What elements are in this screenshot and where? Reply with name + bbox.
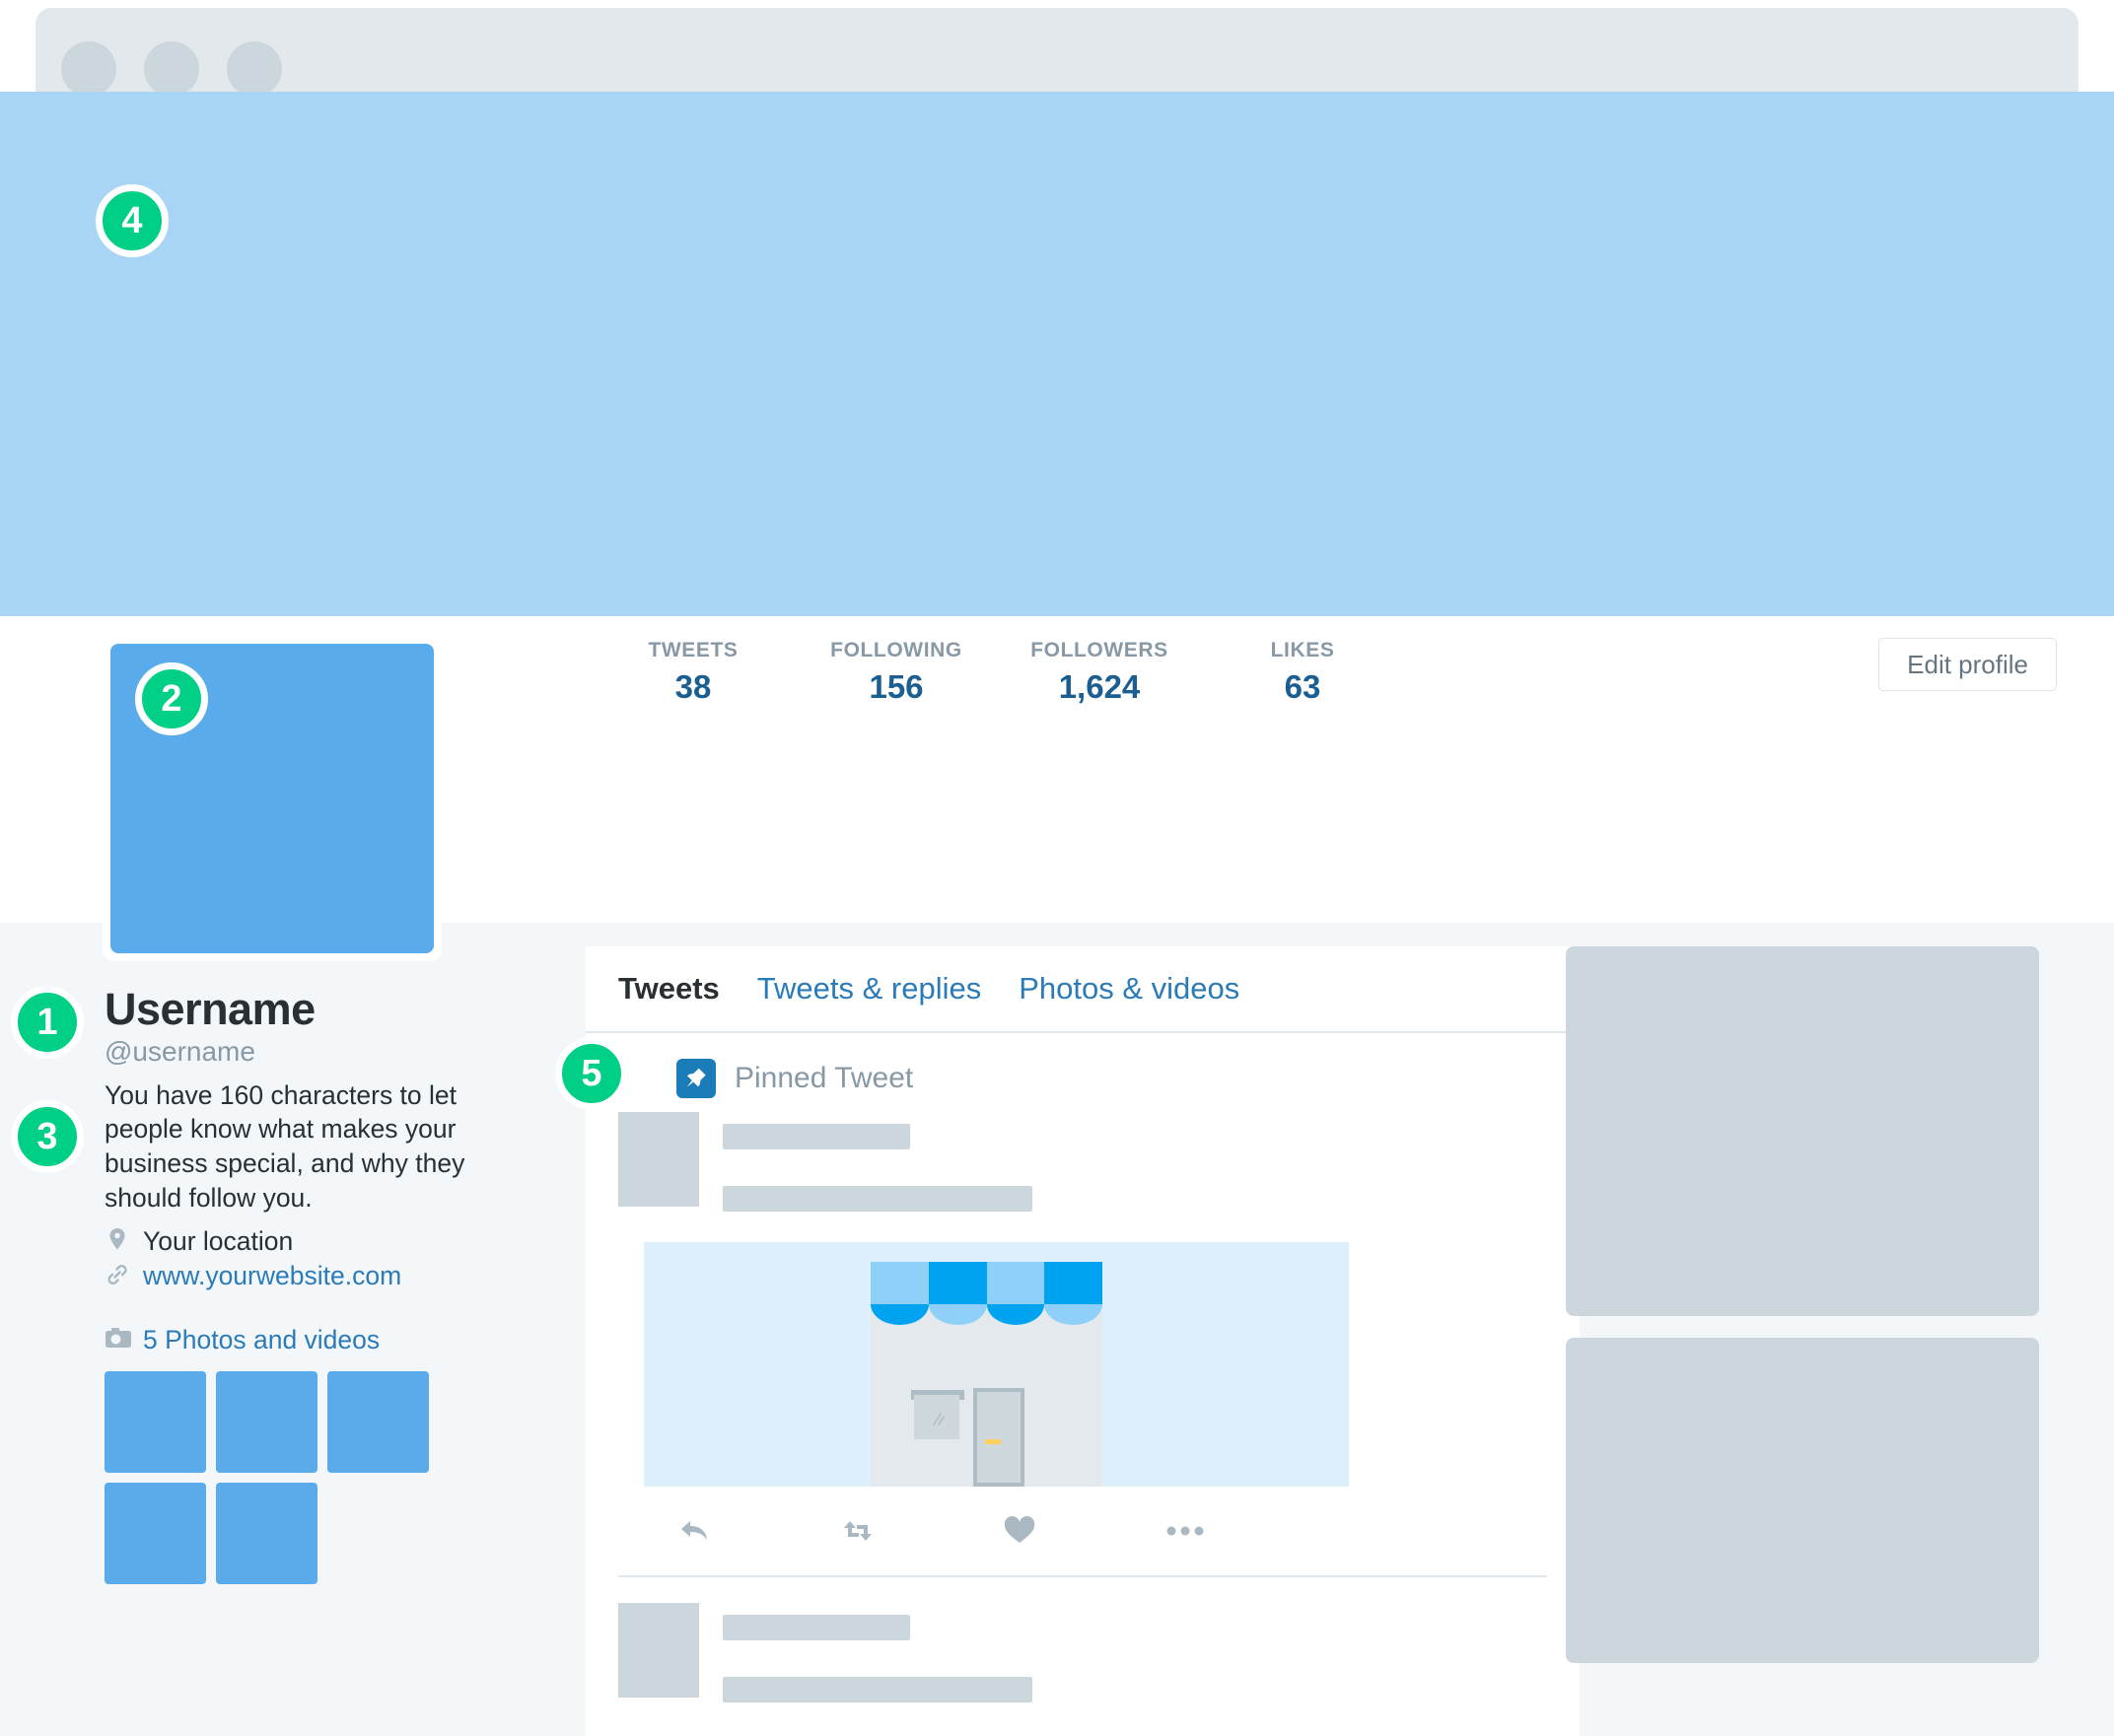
photos-count-label: 5 Photos and videos: [143, 1324, 381, 1354]
tweet-header: [618, 1112, 1547, 1212]
tweet-author-avatar: [618, 1112, 699, 1207]
stat-label: TWEETS: [648, 639, 739, 661]
profile-page: TWEETS 38 FOLLOWING 156 FOLLOWERS 1,624 …: [0, 0, 2114, 1736]
stat-value: 63: [1284, 668, 1321, 705]
retweet-icon[interactable]: [840, 1504, 1003, 1558]
maximize-button[interactable]: [227, 41, 282, 97]
window-controls: [61, 41, 282, 97]
placeholder-line: [723, 1124, 910, 1149]
storefront-door-panel: [977, 1392, 1021, 1483]
header-banner[interactable]: [0, 92, 2114, 616]
sidebar-card-placeholder[interactable]: [1566, 946, 2039, 1316]
pinned-tweet-label: Pinned Tweet: [735, 1062, 914, 1094]
photo-grid: [105, 1370, 430, 1584]
tweet-card[interactable]: [586, 1577, 1580, 1702]
stat-value: 156: [869, 668, 924, 705]
placeholder-line: [723, 1615, 910, 1640]
callout-badge-3: 3: [11, 1100, 84, 1173]
profile-website-link[interactable]: www.yourwebsite.com: [143, 1261, 401, 1291]
placeholder-line: [723, 1677, 1032, 1702]
awning-stripe: [871, 1262, 929, 1325]
profile-handle: @username: [105, 1035, 255, 1067]
stats-row: TWEETS 38 FOLLOWING 156 FOLLOWERS 1,624 …: [592, 639, 1404, 706]
tweet-media-image[interactable]: [644, 1242, 1349, 1487]
tweet-text-placeholder: [723, 1112, 1547, 1212]
stat-label: LIKES: [1270, 639, 1335, 661]
photo-thumbnail[interactable]: [105, 1370, 206, 1473]
callout-badge-2: 2: [135, 662, 208, 735]
photo-thumbnail[interactable]: [327, 1370, 429, 1473]
callout-badge-5: 5: [555, 1037, 628, 1110]
photos-and-videos-link[interactable]: 5 Photos and videos: [105, 1325, 568, 1355]
timeline-tabs: Tweets Tweets & replies Photos & videos: [586, 946, 1580, 1033]
sidebar-card-placeholder[interactable]: [1566, 1338, 2039, 1663]
photo-thumbnail[interactable]: [216, 1370, 317, 1473]
edit-profile-button[interactable]: Edit profile: [1878, 638, 2057, 691]
tab-tweets-and-replies[interactable]: Tweets & replies: [757, 971, 981, 1007]
tweet-text-placeholder: [723, 1603, 1547, 1702]
profile-location-text: Your location: [143, 1225, 294, 1256]
stat-label: FOLLOWING: [830, 639, 962, 661]
tweet-actions: [677, 1504, 1328, 1558]
location-pin-icon: [105, 1226, 130, 1256]
like-icon[interactable]: [1003, 1504, 1165, 1558]
callout-badge-1: 1: [11, 986, 84, 1059]
profile-sidebar: Username @username You have 160 characte…: [105, 986, 568, 1584]
link-icon: [105, 1261, 130, 1290]
profile-bio: You have 160 characters to let people kn…: [105, 1079, 465, 1213]
callout-badge-4: 4: [96, 184, 169, 257]
stat-value: 38: [674, 668, 712, 705]
tab-photos-and-videos[interactable]: Photos & videos: [1019, 971, 1239, 1007]
tweet-author-avatar: [618, 1603, 699, 1698]
stat-followers[interactable]: FOLLOWERS 1,624: [998, 639, 1201, 706]
awning-stripe: [928, 1262, 987, 1325]
photo-thumbnail[interactable]: [216, 1482, 317, 1584]
more-icon[interactable]: [1165, 1504, 1328, 1558]
tweet-card[interactable]: [586, 1098, 1580, 1577]
pinned-tweet-header: Pinned Tweet: [586, 1033, 1580, 1098]
camera-icon: [105, 1325, 131, 1354]
minimize-button[interactable]: [144, 41, 199, 97]
stat-following[interactable]: FOLLOWING 156: [795, 639, 998, 706]
stat-label: FOLLOWERS: [1030, 639, 1168, 661]
page-title: Username: [105, 984, 316, 1034]
stat-tweets[interactable]: TWEETS 38: [592, 639, 795, 706]
close-button[interactable]: [61, 41, 116, 97]
stat-likes[interactable]: LIKES 63: [1201, 639, 1404, 706]
storefront-window: [914, 1395, 959, 1439]
awning-stripe: [1044, 1262, 1102, 1325]
stat-value: 1,624: [1058, 668, 1141, 705]
storefront-illustration: [871, 1242, 1102, 1487]
placeholder-line: [723, 1186, 1032, 1212]
photo-thumbnail[interactable]: [105, 1482, 206, 1584]
reply-icon[interactable]: [677, 1504, 840, 1558]
storefront-awning: [871, 1262, 1102, 1325]
tab-tweets[interactable]: Tweets: [618, 971, 720, 1007]
right-sidebar: [1566, 946, 2039, 1663]
awning-stripe: [986, 1262, 1045, 1325]
storefront-door-handle: [985, 1439, 1001, 1444]
tweet-header: [618, 1603, 1547, 1702]
profile-location-row: Your location: [105, 1226, 568, 1257]
pin-icon: [676, 1059, 716, 1098]
storefront-door: [973, 1388, 1024, 1487]
timeline-column: Tweets Tweets & replies Photos & videos …: [586, 946, 1580, 1736]
profile-website-row[interactable]: www.yourwebsite.com: [105, 1261, 568, 1291]
